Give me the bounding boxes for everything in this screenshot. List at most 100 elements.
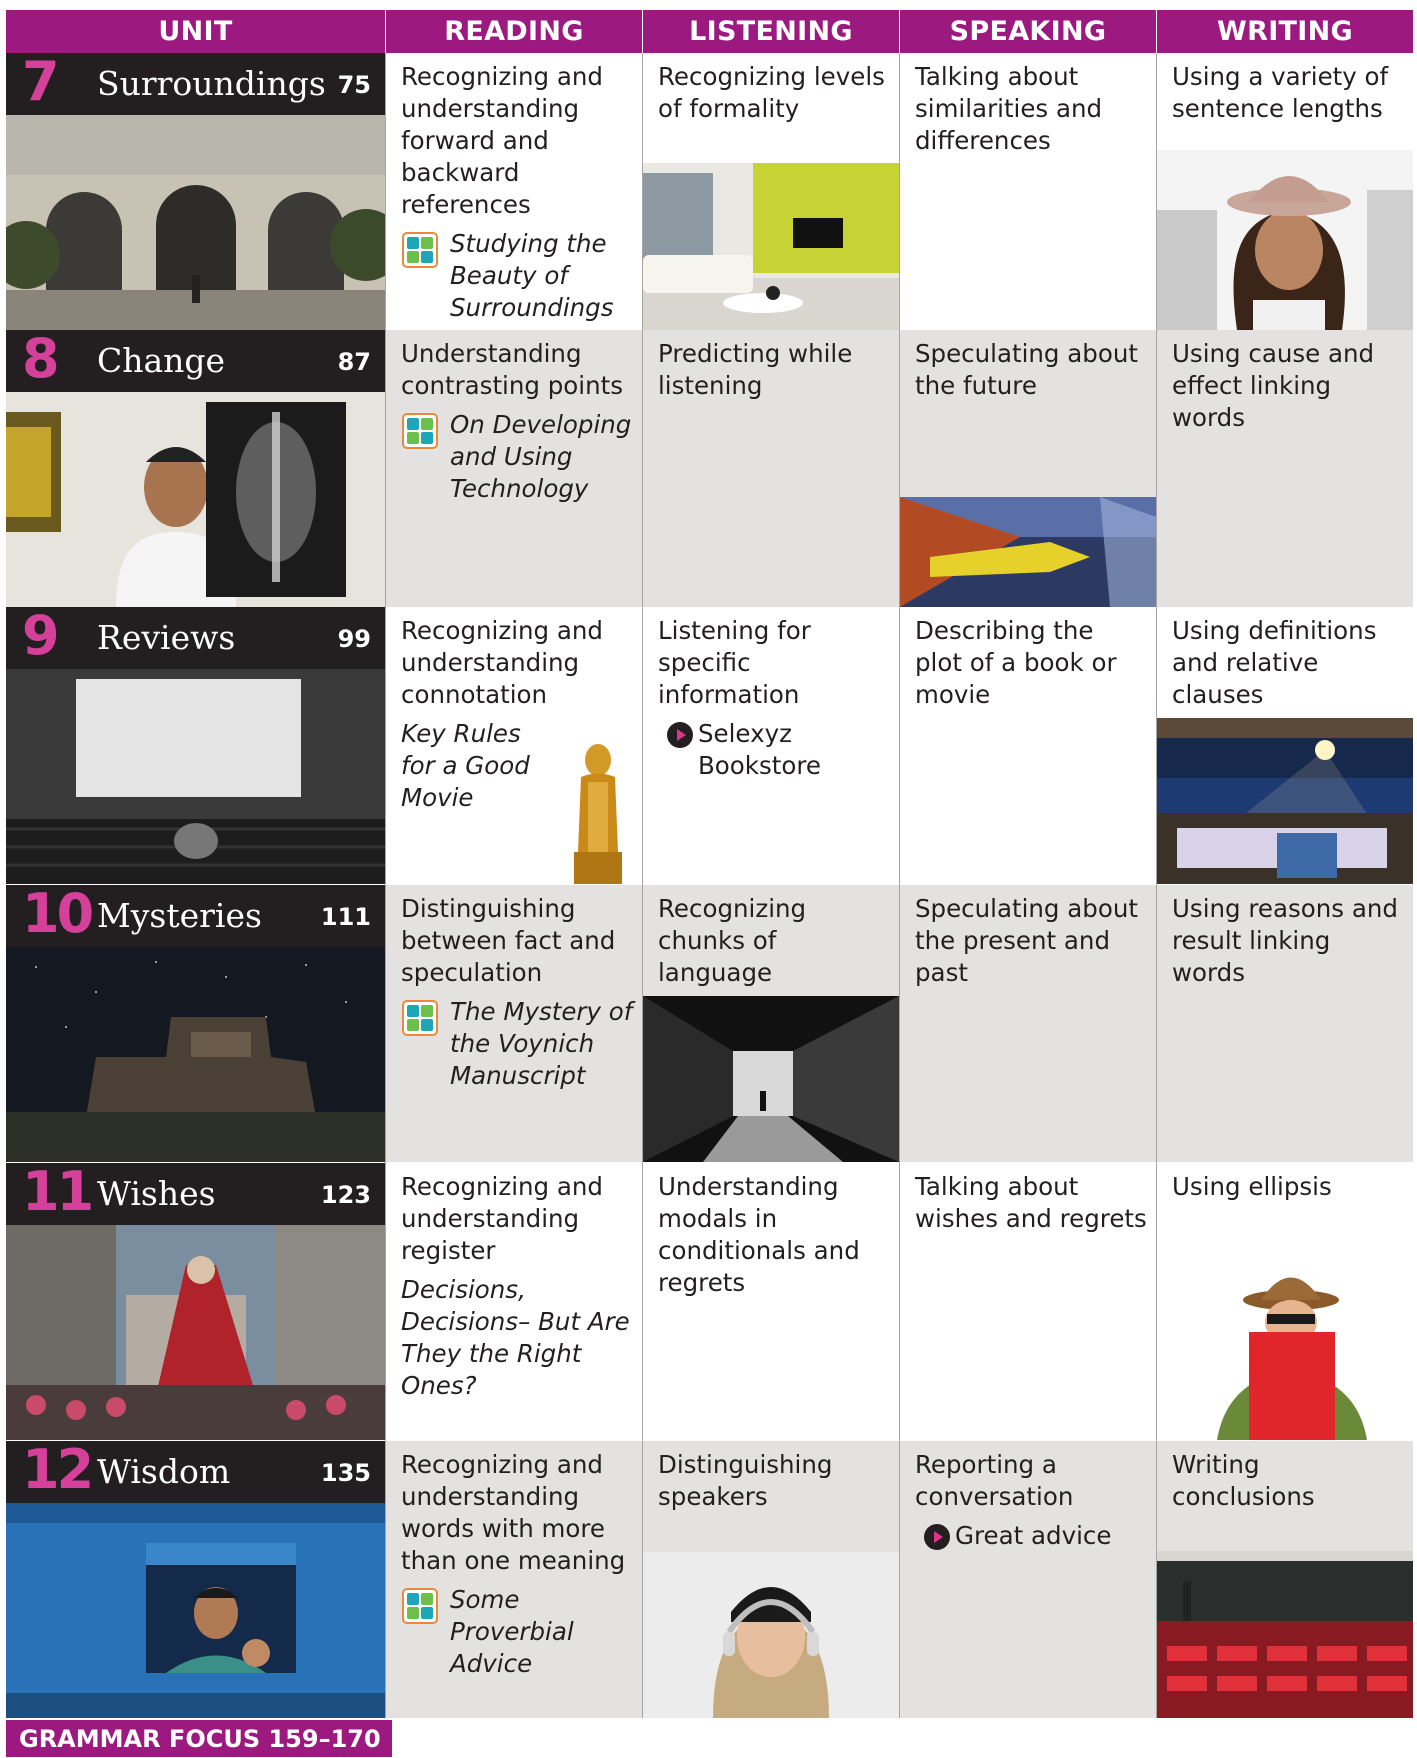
speaking-cell: Speculating about the future	[900, 330, 1156, 607]
writing-cell: Using definitions and relative clauses	[1157, 607, 1413, 884]
unit-title-bar: 11 Wishes 123	[6, 1160, 385, 1225]
speaking-skill: Describing the plot of a book or movie	[915, 616, 1117, 709]
unit-page-number: 87	[337, 348, 371, 376]
unit-name: Mysteries	[97, 896, 262, 935]
contents-page: UNIT READING LISTENING SPEAKING WRITING …	[0, 0, 1417, 1757]
grammar-focus-label: GRAMMAR FOCUS 159–170	[6, 1720, 392, 1757]
header-reading: READING	[386, 10, 642, 53]
writing-skill: Using a variety of sentence lengths	[1172, 62, 1389, 123]
listening-cell: Listening for specific information Selex…	[643, 607, 899, 884]
reading-cell: Recognizing and understanding register D…	[386, 1163, 642, 1440]
speaking-cell: Reporting a conversation Great advice	[900, 1441, 1156, 1718]
reading-text: The Mystery of the Voynich Manuscript	[401, 996, 634, 1092]
unit-row-8: 8 Change 87 Understanding contrasting po…	[0, 328, 1417, 607]
header-speaking: SPEAKING	[900, 10, 1156, 53]
speaking-skill: Talking about similarities and differenc…	[915, 62, 1103, 155]
listening-skill: Listening for specific information	[658, 616, 811, 709]
smiling-woman-hat-photo	[1157, 150, 1413, 330]
column-divider	[1156, 53, 1157, 1718]
unit-photo-street-parade	[6, 1225, 385, 1440]
reading-cell: Understanding contrasting points On Deve…	[386, 330, 642, 607]
listening-cell: Distinguishing speakers	[643, 1441, 899, 1718]
unit-page-number: 123	[320, 1181, 371, 1209]
reading-skill: Understanding contrasting points	[401, 339, 623, 400]
header-listening: LISTENING	[643, 10, 899, 53]
video-title[interactable]: Great advice	[955, 1521, 1111, 1550]
reading-title: Studying the Beauty of Surroundings	[450, 229, 614, 322]
header-unit: UNIT	[6, 10, 385, 53]
speaking-cell: Talking about similarities and differenc…	[900, 53, 1156, 330]
unit-page-number: 99	[337, 625, 371, 653]
reading-title: On Developing and Using Technology	[450, 410, 632, 503]
reading-title: Decisions, Decisions– But Are They the R…	[401, 1275, 630, 1400]
unit-name: Reviews	[97, 618, 236, 657]
unit-title-bar: 9 Reviews 99	[6, 604, 385, 669]
column-divider	[385, 53, 386, 1718]
unit-name: Wisdom	[97, 1452, 231, 1491]
listening-skill: Recognizing levels of formality	[658, 62, 885, 123]
bullet-train-photo	[900, 497, 1156, 607]
video-link[interactable]: Great advice	[915, 1520, 1148, 1552]
reading-title: Some Proverbial Advice	[450, 1585, 574, 1678]
listening-cell: Understanding modals in conditionals and…	[643, 1163, 899, 1440]
speaking-skill: Reporting a conversation	[915, 1450, 1074, 1511]
unit-title-bar: 10 Mysteries 111	[6, 883, 385, 947]
unit-cell: 11 Wishes 123	[6, 1160, 385, 1440]
reading-skill: Recognizing and understanding forward an…	[401, 62, 603, 219]
unit-name: Wishes	[97, 1174, 216, 1213]
unit-photo-doctor-xray	[6, 392, 385, 607]
reading-cell: Recognizing and understanding words with…	[386, 1441, 642, 1718]
unit-cell: 7 Surroundings 75	[6, 51, 385, 330]
speaking-skill: Talking about wishes and regrets	[915, 1172, 1147, 1233]
unit-cell: 12 Wisdom 135	[6, 1438, 385, 1718]
unit-number: 12	[22, 1438, 94, 1501]
unit-name: Change	[97, 341, 226, 380]
living-room-photo	[643, 163, 899, 330]
header-writing: WRITING	[1157, 10, 1413, 53]
unit-title-bar: 8 Change 87	[6, 328, 385, 392]
writing-cell: Using ellipsis	[1157, 1163, 1413, 1440]
unit-page-number: 75	[337, 71, 371, 99]
speaking-cell: Speculating about the present and past	[900, 885, 1156, 1162]
listening-cell: Recognizing chunks of language	[643, 885, 899, 1162]
unit-number: 9	[22, 604, 60, 667]
unit-row-9: 9 Reviews 99 Recognizing and understandi…	[0, 604, 1417, 884]
reading-text: Studying the Beauty of Surroundings	[401, 228, 634, 324]
listening-cell: Predicting while listening	[643, 330, 899, 607]
reading-title: The Mystery of the Voynich Manuscript	[450, 997, 633, 1090]
column-divider	[642, 53, 643, 1718]
unit-row-11: 11 Wishes 123 Recognizing and understand…	[0, 1160, 1417, 1440]
play-video-icon[interactable]	[666, 721, 694, 749]
writing-cell: Using cause and effect linking words	[1157, 330, 1413, 607]
reading-title: Key Rules for a Good Movie	[401, 719, 530, 812]
play-video-icon[interactable]	[923, 1523, 951, 1551]
man-hiding-behind-book-photo	[1157, 1260, 1413, 1440]
lecture-hall-photo	[1157, 1551, 1413, 1718]
unit-photo-night-ruins	[6, 947, 385, 1162]
unit-page-number: 135	[320, 1459, 371, 1487]
reading-cell: Recognizing and understanding connotatio…	[386, 607, 642, 884]
writing-skill: Using ellipsis	[1172, 1172, 1332, 1201]
reading-skill: Recognizing and understanding register	[401, 1172, 603, 1265]
dark-tunnel-photo	[643, 996, 899, 1162]
listening-skill: Recognizing chunks of language	[658, 894, 807, 987]
column-divider	[899, 53, 900, 1718]
reading-cell: Distinguishing between fact and speculat…	[386, 885, 642, 1162]
writing-skill: Using cause and effect linking words	[1172, 339, 1375, 432]
reading-cell: Recognizing and understanding forward an…	[386, 53, 642, 330]
unit-cell: 9 Reviews 99	[6, 604, 385, 884]
unit-photo-church-arcade	[6, 115, 385, 330]
unit-title-bar: 12 Wisdom 135	[6, 1438, 385, 1503]
speaking-cell: Talking about wishes and regrets	[900, 1163, 1156, 1440]
unit-name: Surroundings	[97, 64, 326, 103]
speaking-skill: Speculating about the present and past	[915, 894, 1138, 987]
listening-skill: Predicting while listening	[658, 339, 853, 400]
qr-reader-icon	[402, 232, 438, 268]
listening-skill: Distinguishing speakers	[658, 1450, 833, 1511]
writing-cell: Using reasons and result linking words	[1157, 885, 1413, 1162]
video-title[interactable]: Selexyz Bookstore	[698, 719, 821, 780]
unit-page-number: 111	[320, 903, 371, 931]
writing-cell: Using a variety of sentence lengths	[1157, 53, 1413, 330]
video-link[interactable]: Selexyz Bookstore	[658, 718, 891, 782]
unit-number: 11	[22, 1160, 94, 1223]
